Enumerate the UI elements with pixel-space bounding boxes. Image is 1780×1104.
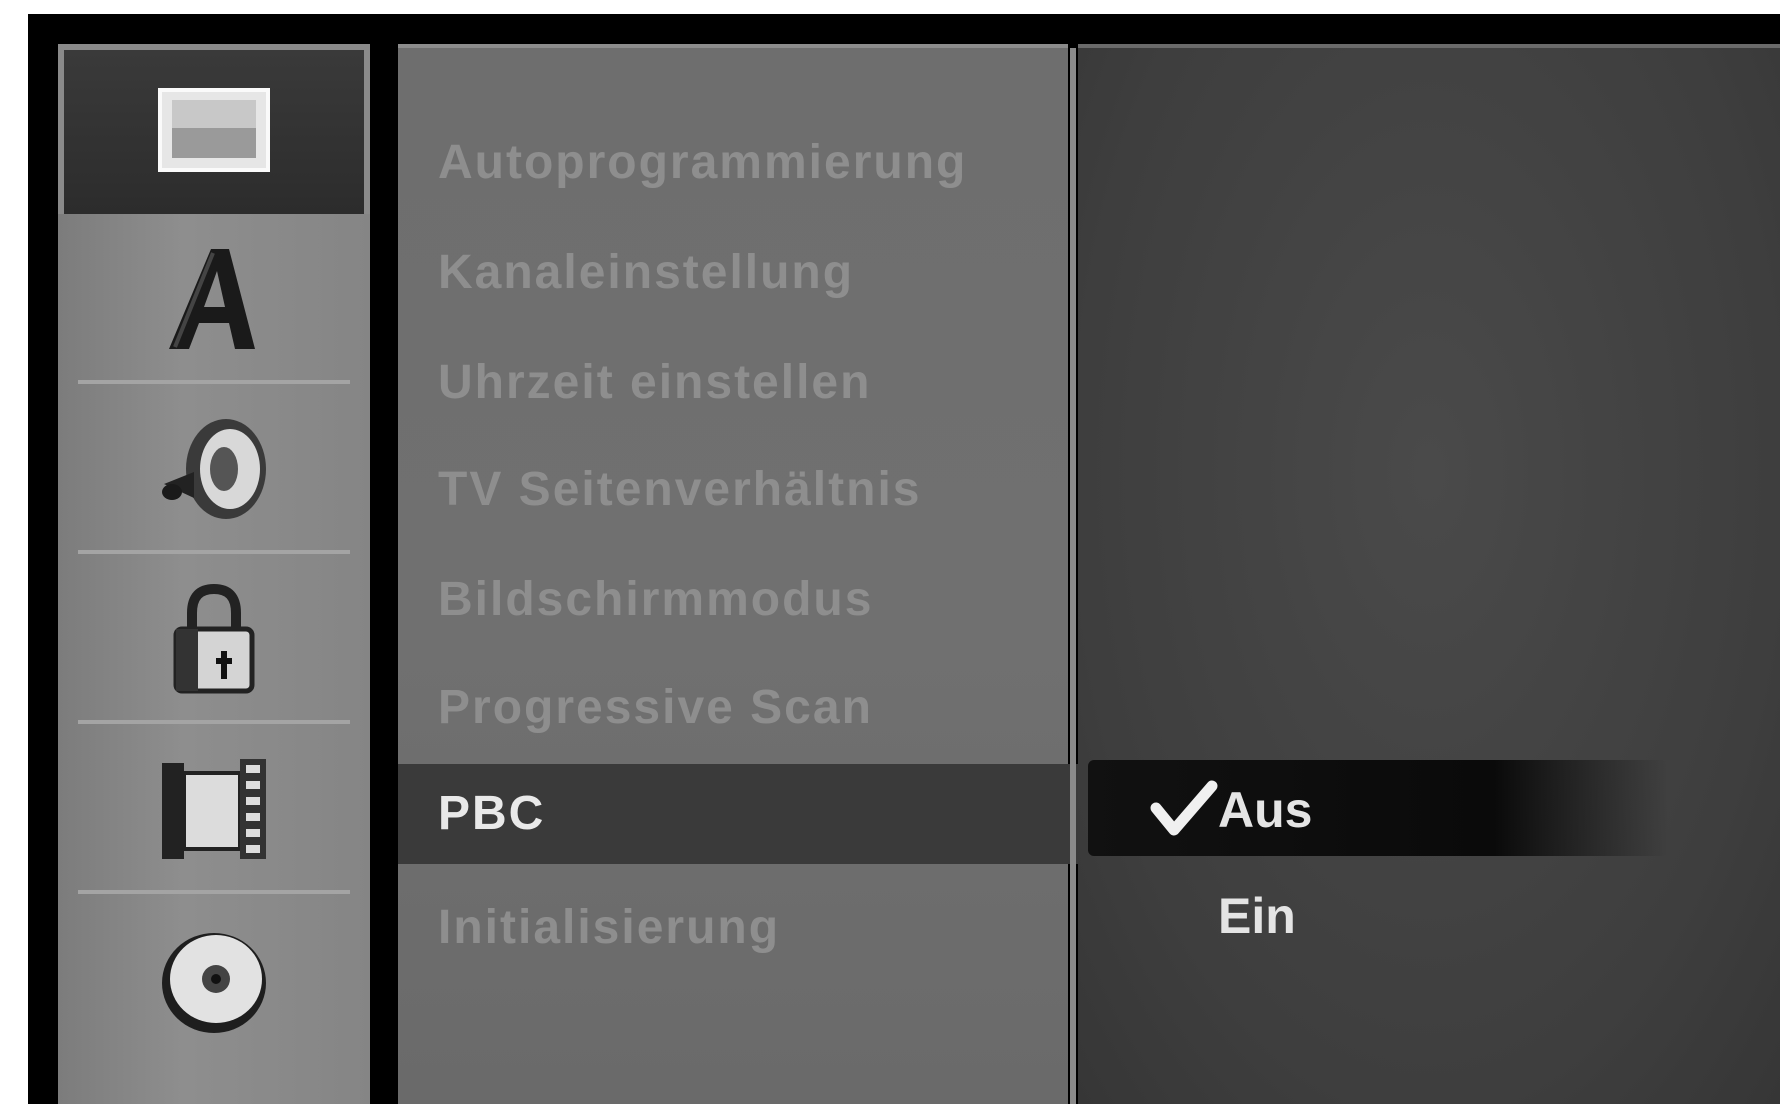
checkmark-icon — [1148, 774, 1218, 844]
sidebar-item-lock[interactable] — [58, 554, 370, 724]
sidebar-item-general[interactable] — [58, 44, 370, 214]
menu-item-uhrzeit[interactable]: Uhrzeit einstellen — [438, 353, 871, 413]
category-sidebar — [58, 44, 370, 1104]
sidebar-item-disc[interactable] — [58, 894, 370, 1064]
padlock-icon — [154, 579, 274, 699]
menu-item-progressive-scan[interactable]: Progressive Scan — [438, 678, 873, 738]
option-panel: Aus Ein — [1078, 44, 1780, 1104]
menu-item-pbc[interactable]: PBC — [398, 764, 1078, 864]
tv-screen-icon — [154, 72, 274, 192]
language-a-icon — [154, 239, 274, 359]
sidebar-item-audio[interactable] — [58, 384, 370, 554]
speaker-icon — [154, 409, 274, 529]
menu-item-kanaleinstellung[interactable]: Kanaleinstellung — [438, 243, 854, 303]
menu-item-tv-seitenverhaeltnis[interactable]: TV Seitenverhältnis — [438, 460, 921, 520]
disc-icon — [154, 919, 274, 1039]
setup-menu-list: Autoprogrammierung Kanaleinstellung Uhrz… — [398, 44, 1078, 1104]
option-ein[interactable]: Ein — [1218, 876, 1296, 956]
menu-item-autoprogrammierung[interactable]: Autoprogrammierung — [438, 133, 967, 193]
menu-item-initialisierung[interactable]: Initialisierung — [438, 898, 780, 958]
sidebar-item-recording[interactable] — [58, 724, 370, 894]
menu-item-bildschirmmodus[interactable]: Bildschirmmodus — [438, 570, 873, 630]
option-aus[interactable]: Aus — [1218, 770, 1312, 850]
film-reel-icon — [154, 749, 274, 869]
sidebar-item-language[interactable] — [58, 214, 370, 384]
setup-menu-screen: Autoprogrammierung Kanaleinstellung Uhrz… — [28, 14, 1780, 1104]
